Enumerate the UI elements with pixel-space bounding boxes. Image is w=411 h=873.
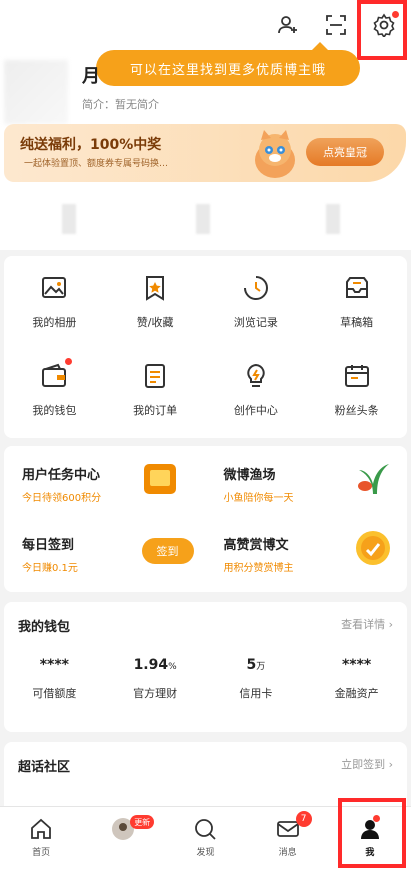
feature-orders[interactable]: 我的订单 [105, 360, 206, 448]
feature-creator[interactable]: 创作中心 [206, 360, 307, 448]
wallet-icon [42, 363, 67, 387]
checkin-button[interactable]: 签到 [141, 538, 194, 564]
inbox-icon [345, 277, 368, 298]
stat-placeholder [62, 204, 76, 234]
wallet-item[interactable]: **** 可借额度 [4, 657, 105, 701]
wallet-item[interactable]: 5万 信用卡 [206, 657, 307, 701]
promo-title: 纯送福利，100%中奖 [20, 137, 162, 153]
stat-placeholder [326, 204, 340, 234]
star-bookmark-icon [146, 276, 165, 301]
clock-icon [243, 276, 268, 300]
feature-wallet[interactable]: 我的钱包 [4, 358, 105, 448]
tab-home[interactable]: 首页 [0, 807, 82, 873]
tasks-card: 用户任务中心 今日待领600积分 微博渔场 小鱼陪你每一天 每日签到 今日赚0.… [4, 446, 407, 592]
me-tab-highlight-box [338, 798, 406, 868]
tab-video[interactable]: 更新 [82, 807, 164, 873]
update-badge: 更新 [130, 815, 155, 829]
bio-text[interactable]: 简介：暂无简介 [82, 96, 159, 112]
promo-banner[interactable]: 纯送福利，100%中奖 一起体验置顶、额度券专属号码换… 点亮皇冠 [4, 124, 406, 182]
wallet-item[interactable]: 1.94% 官方理财 [105, 657, 206, 701]
light-crown-button[interactable]: 点亮皇冠 [306, 138, 384, 166]
feature-drafts[interactable]: 草稿箱 [306, 272, 407, 360]
message-count-badge: 7 [295, 811, 312, 827]
task-fishing[interactable]: 微博渔场 小鱼陪你每一天 [206, 446, 408, 516]
notification-dot [65, 358, 73, 365]
scan-button[interactable] [321, 10, 351, 40]
settings-highlight-box [357, 0, 407, 60]
stat-placeholder [196, 204, 210, 234]
cat-mascot-icon [255, 130, 295, 178]
add-friend-button[interactable] [273, 10, 303, 40]
avatar[interactable] [4, 60, 68, 124]
tab-discover[interactable]: 发现 [164, 807, 246, 873]
search-icon [195, 819, 217, 840]
task-reward-posts[interactable]: 高赞赏博文 用积分赞赏博主 [206, 516, 408, 586]
home-icon [31, 818, 51, 839]
feature-grid-card: 我的相册 赞/收藏 浏览记录 草稿箱 我的钱包 我的订单 创作中心 粉丝头条 [4, 256, 407, 438]
community-title: 超话社区 [18, 760, 71, 775]
tab-messages[interactable]: 7 消息 [247, 807, 329, 873]
gift-box-icon [143, 464, 176, 494]
community-checkin-link[interactable]: 立即签到 › [341, 756, 393, 775]
wallet-title: 我的钱包 [18, 620, 71, 635]
feature-history[interactable]: 浏览记录 [206, 272, 307, 360]
username[interactable]: 月 [82, 62, 100, 88]
fish-plant-icon [358, 464, 389, 494]
scan-icon [326, 15, 346, 35]
bulb-icon [247, 363, 265, 387]
guide-tooltip[interactable]: 可以在这里找到更多优质博主哦 [96, 42, 360, 86]
task-center[interactable]: 用户任务中心 今日待领600积分 [4, 446, 206, 516]
gold-coin-icon [356, 531, 390, 565]
wallet-details-link[interactable]: 查看详情 › [341, 616, 393, 635]
photo-icon [42, 277, 67, 298]
add-user-icon [278, 16, 297, 34]
task-daily-checkin[interactable]: 每日签到 今日赚0.1元 签到 [4, 516, 206, 586]
wallet-item[interactable]: **** 金融资产 [306, 657, 407, 701]
feature-album[interactable]: 我的相册 [4, 272, 105, 360]
feature-fans-headline[interactable]: 粉丝头条 [306, 360, 407, 448]
calendar-icon [344, 365, 369, 387]
order-list-icon [145, 364, 166, 388]
feature-likes[interactable]: 赞/收藏 [105, 272, 206, 360]
wallet-card: 我的钱包 查看详情 › **** 可借额度 1.94% 官方理财 5万 信用卡 … [4, 602, 407, 732]
promo-subtitle: 一起体验置顶、额度券专属号码换… [24, 159, 169, 169]
